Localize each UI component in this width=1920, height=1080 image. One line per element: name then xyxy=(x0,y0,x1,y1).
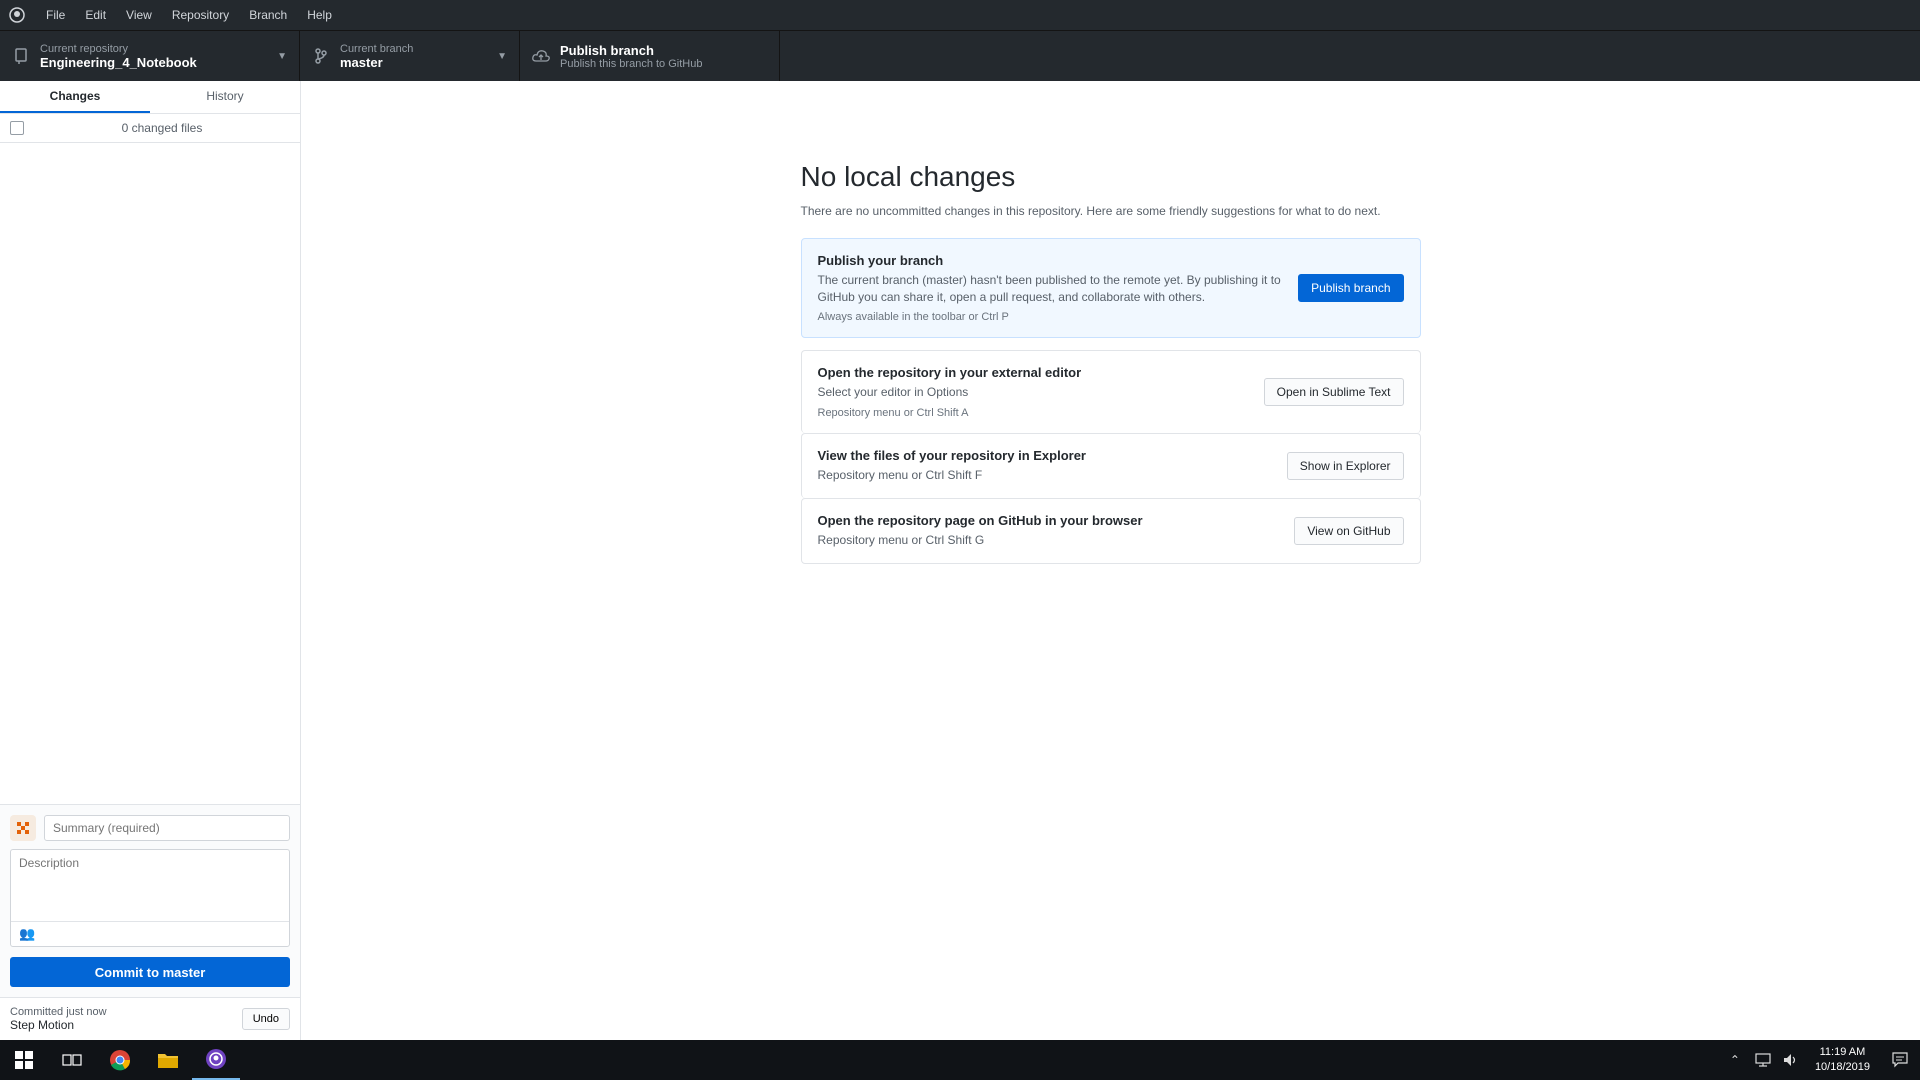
windows-logo-icon xyxy=(15,1051,33,1069)
commit-summary-input[interactable] xyxy=(44,815,290,841)
current-branch-dropdown[interactable]: Current branch master ▼ xyxy=(300,31,520,81)
menu-help[interactable]: Help xyxy=(297,0,342,30)
changed-files-header: 0 changed files xyxy=(0,114,300,143)
start-button[interactable] xyxy=(0,1040,48,1080)
clock-time: 11:19 AM xyxy=(1819,1046,1866,1058)
card-description: The current branch (master) hasn't been … xyxy=(817,272,1281,304)
sidebar-tabs: Changes History xyxy=(0,81,300,114)
suggestion-cards: Open the repository in your external edi… xyxy=(800,350,1421,564)
chevron-down-icon: ▼ xyxy=(497,50,507,62)
github-desktop-window: File Edit View Repository Branch Help Cu… xyxy=(0,0,1920,1040)
github-logo-icon xyxy=(8,6,26,24)
publish-description: Publish this branch to GitHub xyxy=(560,57,703,70)
volume-icon[interactable] xyxy=(1777,1040,1805,1080)
branch-label: Current branch xyxy=(340,42,414,55)
commit-form: 👥 Commit to master xyxy=(0,804,300,997)
tab-changes[interactable]: Changes xyxy=(0,81,150,113)
repo-icon xyxy=(12,47,30,65)
chevron-down-icon: ▼ xyxy=(277,50,287,62)
menu-branch[interactable]: Branch xyxy=(239,0,297,30)
content-pane: No local changes There are no uncommitte… xyxy=(301,81,1920,1040)
changes-list xyxy=(0,143,300,804)
taskbar-chrome[interactable] xyxy=(96,1040,144,1080)
card-description: Repository menu or Ctrl Shift F xyxy=(817,468,983,483)
repo-label: Current repository xyxy=(40,42,129,55)
card-title: Open the repository in your external edi… xyxy=(817,365,1082,381)
windows-taskbar: ⌃ 11:19 AM 10/18/2019 xyxy=(0,1040,1920,1080)
card-title: Open the repository page on GitHub in yo… xyxy=(817,512,1143,528)
card-title: View the files of your repository in Exp… xyxy=(817,448,1087,464)
card-description: Repository menu or Ctrl Shift G xyxy=(817,532,985,547)
network-icon[interactable] xyxy=(1749,1040,1777,1080)
show-in-explorer-card: View the files of your repository in Exp… xyxy=(800,433,1421,498)
last-commit-message: Step Motion xyxy=(10,1018,75,1032)
commit-description-input[interactable] xyxy=(11,850,289,921)
title-bar: File Edit View Repository Branch Help xyxy=(0,0,1920,30)
taskbar-file-explorer[interactable] xyxy=(144,1040,192,1080)
page-title: No local changes xyxy=(800,161,1016,192)
system-tray: ⌃ 11:19 AM 10/18/2019 xyxy=(1721,1040,1920,1080)
chrome-icon xyxy=(110,1050,131,1071)
menu-file[interactable]: File xyxy=(36,0,75,30)
menu-edit[interactable]: Edit xyxy=(75,0,116,30)
no-changes-view: No local changes There are no uncommitte… xyxy=(800,161,1421,1040)
add-coauthor-icon: 👥 xyxy=(19,926,36,941)
publish-title: Publish branch xyxy=(560,42,654,58)
tab-history[interactable]: History xyxy=(150,81,300,113)
current-repository-dropdown[interactable]: Current repository Engineering_4_Noteboo… xyxy=(0,31,300,81)
menu-view[interactable]: View xyxy=(116,0,162,30)
publish-branch-button[interactable]: Publish branch Publish this branch to Gi… xyxy=(520,31,780,81)
toolbar: Current repository Engineering_4_Noteboo… xyxy=(0,30,1920,81)
branch-icon xyxy=(312,47,330,65)
folder-icon xyxy=(158,1054,178,1068)
action-center-button[interactable] xyxy=(1880,1040,1920,1080)
card-title: Publish your branch xyxy=(817,252,944,268)
publish-branch-card: Publish your branch The current branch (… xyxy=(800,237,1421,339)
undo-title: Committed just now xyxy=(10,1006,107,1018)
commit-button[interactable]: Commit to master xyxy=(10,957,290,987)
open-editor-card: Open the repository in your external edi… xyxy=(800,350,1421,434)
branch-name: master xyxy=(340,54,383,70)
show-in-explorer-button[interactable]: Show in Explorer xyxy=(1286,452,1404,481)
undo-commit-bar: Committed just now Step Motion Undo xyxy=(0,997,300,1040)
main-area: Changes History 0 changed files Summary … xyxy=(0,81,1920,1040)
task-view-icon xyxy=(62,1054,82,1066)
commit-description-box: 👥 xyxy=(10,849,290,947)
menu-repository[interactable]: Repository xyxy=(162,0,239,30)
card-description: Select your editor in Options xyxy=(817,385,969,400)
card-hint: Always available in the toolbar or Ctrl … xyxy=(817,311,1009,324)
select-all-checkbox[interactable] xyxy=(10,121,24,135)
undo-button[interactable]: Undo xyxy=(241,1008,290,1030)
page-subtitle: There are no uncommitted changes in this… xyxy=(800,204,1381,218)
sidebar: Changes History 0 changed files Summary … xyxy=(0,81,301,1040)
avatar xyxy=(10,815,36,841)
notification-icon xyxy=(1892,1052,1908,1068)
open-in-sublime-button[interactable]: Open in Sublime Text xyxy=(1263,378,1404,407)
card-hint: Repository menu or Ctrl Shift A xyxy=(817,407,969,420)
publish-branch-card-button[interactable]: Publish branch xyxy=(1298,274,1404,303)
add-coauthor-button[interactable]: 👥 xyxy=(11,921,289,946)
view-on-github-button[interactable]: View on GitHub xyxy=(1294,516,1404,545)
chevron-up-icon[interactable]: ⌃ xyxy=(1721,1040,1749,1080)
upload-cloud-icon xyxy=(532,47,550,65)
taskbar-github-desktop[interactable] xyxy=(192,1040,240,1080)
clock-date: 10/18/2019 xyxy=(1814,1061,1870,1073)
taskbar-clock[interactable]: 11:19 AM 10/18/2019 xyxy=(1805,1045,1880,1075)
view-on-github-card: Open the repository page on GitHub in yo… xyxy=(800,497,1421,564)
task-view-button[interactable] xyxy=(48,1040,96,1080)
changed-files-count: 0 changed files xyxy=(121,121,203,135)
github-desktop-icon xyxy=(206,1049,226,1069)
repo-name: Engineering_4_Notebook xyxy=(40,54,197,70)
